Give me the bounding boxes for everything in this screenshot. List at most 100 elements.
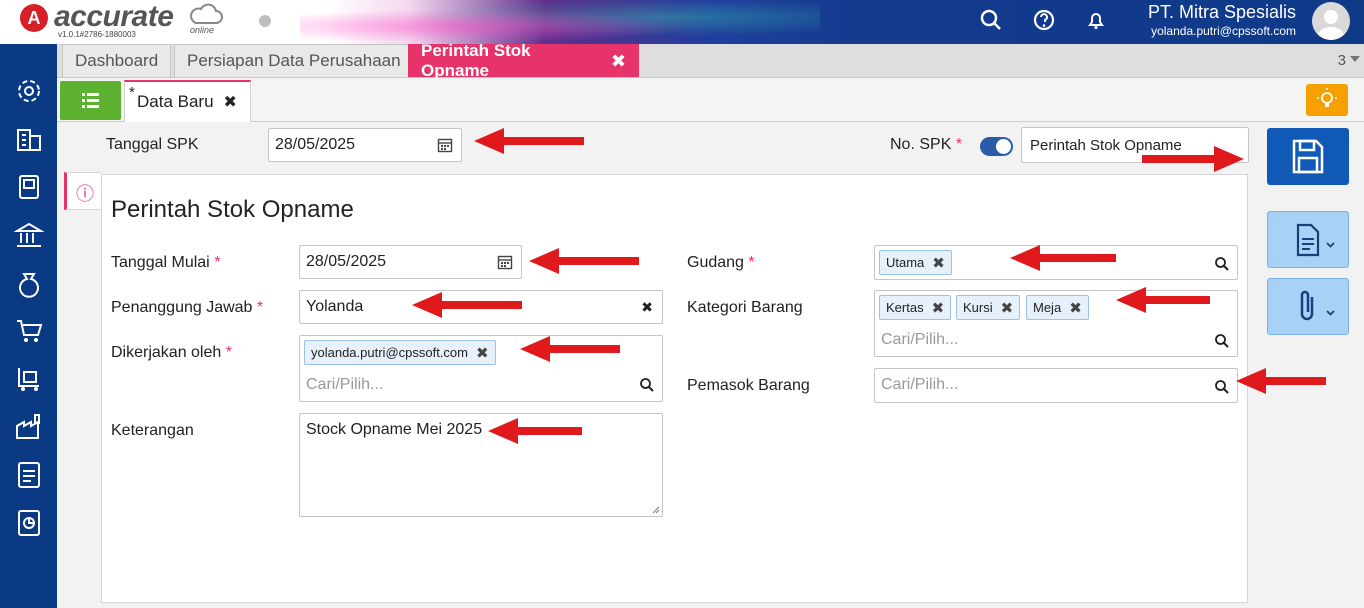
user-email: yolanda.putri@cpssoft.com xyxy=(1151,24,1296,38)
kategori-placeholder: Cari/Pilih... xyxy=(881,331,959,348)
pemasok-barang-field[interactable]: Cari/Pilih... xyxy=(874,368,1238,403)
money-bag-icon[interactable] xyxy=(14,268,44,298)
sub-tab-bar: * Data Baru ✖ xyxy=(57,78,1364,122)
tab-count: 3 xyxy=(1337,52,1346,69)
gudang-chip[interactable]: Utama ✖ xyxy=(879,250,952,275)
tab-data-baru[interactable]: * Data Baru ✖ xyxy=(124,80,251,122)
annotation-arrow-icon xyxy=(488,418,582,444)
remove-chip-icon[interactable]: ✖ xyxy=(1001,299,1014,317)
annotation-arrow-icon xyxy=(1142,146,1244,172)
toggle-knob xyxy=(996,139,1011,154)
list-view-button[interactable] xyxy=(60,81,121,120)
search-icon[interactable] xyxy=(978,7,1004,33)
remove-chip-icon[interactable]: ✖ xyxy=(932,254,945,272)
top-header: A accurate v1.0.1#2786-1880003 online PT… xyxy=(0,0,1364,44)
info-tab[interactable]: ⓘ xyxy=(64,172,101,210)
online-label: online xyxy=(190,25,215,35)
gear-icon[interactable] xyxy=(14,76,44,106)
required-mark: * xyxy=(256,299,264,316)
panel-title: Perintah Stok Opname xyxy=(111,196,354,223)
logo-text: accurate xyxy=(54,0,174,33)
avatar[interactable] xyxy=(1312,2,1350,40)
required-mark: * xyxy=(225,344,232,361)
tanggal-spk-label: Tanggal SPK xyxy=(106,136,199,153)
remove-chip-icon[interactable]: ✖ xyxy=(932,299,945,317)
remove-chip-icon[interactable]: ✖ xyxy=(1069,299,1082,317)
help-icon[interactable] xyxy=(1031,7,1057,33)
chip-label: Kursi xyxy=(963,300,993,315)
close-tab-icon[interactable]: ✖ xyxy=(611,51,626,72)
unsaved-mark: * xyxy=(129,84,135,101)
trolley-icon[interactable] xyxy=(14,364,44,394)
search-icon[interactable] xyxy=(1214,256,1230,272)
document-options-button[interactable] xyxy=(1267,211,1349,268)
no-spk-label-text: No. SPK xyxy=(890,136,952,153)
search-icon[interactable] xyxy=(639,377,655,393)
annotation-arrow-icon xyxy=(1236,368,1326,394)
search-icon[interactable] xyxy=(1214,333,1230,349)
kategori-chip[interactable]: Kertas ✖ xyxy=(879,295,952,320)
bell-icon[interactable] xyxy=(1083,7,1109,33)
kategori-chip[interactable]: Meja ✖ xyxy=(1026,295,1089,320)
kategori-barang-label: Kategori Barang xyxy=(687,299,803,316)
tab-perintah-stok-opname[interactable]: Perintah Stok Opname ✖ xyxy=(408,41,639,80)
annotation-arrow-icon xyxy=(412,292,522,318)
cart-icon[interactable] xyxy=(14,316,44,346)
version-label: v1.0.1#2786-1880003 xyxy=(58,30,136,39)
keterangan-value: Stock Opname Mei 2025 xyxy=(306,421,483,438)
kategori-chip[interactable]: Kursi ✖ xyxy=(956,295,1021,320)
chip-label: Meja xyxy=(1033,300,1062,315)
resize-handle-icon[interactable] xyxy=(652,506,660,514)
dikerjakan-oleh-label: Dikerjakan oleh * xyxy=(111,344,232,362)
remove-chip-icon[interactable]: ✖ xyxy=(476,344,489,362)
save-button[interactable] xyxy=(1267,128,1349,185)
info-icon: ⓘ xyxy=(76,184,94,204)
chip-label: yolanda.putri@cpssoft.com xyxy=(311,345,468,360)
calendar-icon[interactable] xyxy=(437,137,453,153)
book-icon[interactable] xyxy=(14,172,44,202)
bank-icon[interactable] xyxy=(14,220,44,250)
auto-number-toggle[interactable] xyxy=(980,137,1013,156)
calendar-icon[interactable] xyxy=(497,254,513,270)
required-mark: * xyxy=(955,136,963,153)
report-chart-icon[interactable] xyxy=(14,508,44,538)
sidebar xyxy=(0,44,57,608)
annotation-arrow-icon xyxy=(1010,245,1116,271)
required-mark: * xyxy=(748,254,755,271)
no-spk-label: No. SPK * xyxy=(890,136,962,154)
paperclip-icon xyxy=(1300,290,1335,321)
penanggung-jawab-label-text: Penanggung Jawab xyxy=(111,299,253,316)
user-chip[interactable]: yolanda.putri@cpssoft.com ✖ xyxy=(304,340,496,365)
tanggal-mulai-field[interactable]: 28/05/2025 xyxy=(299,245,522,279)
cloud-icon xyxy=(190,3,223,24)
tanggal-spk-value: 28/05/2025 xyxy=(275,136,356,153)
search-icon[interactable] xyxy=(1214,379,1230,395)
document-icon xyxy=(1296,223,1335,257)
tab-dropdown-caret-icon[interactable] xyxy=(1350,56,1360,62)
keterangan-textarea[interactable]: Stock Opname Mei 2025 xyxy=(299,413,663,517)
gudang-label-text: Gudang xyxy=(687,254,744,271)
status-dot xyxy=(259,15,271,27)
keterangan-label: Keterangan xyxy=(111,422,194,439)
tax-icon[interactable] xyxy=(14,460,44,490)
tanggal-mulai-label: Tanggal Mulai * xyxy=(111,254,220,272)
annotation-arrow-icon xyxy=(529,248,639,274)
tips-button[interactable] xyxy=(1306,84,1348,116)
building-icon[interactable] xyxy=(14,124,44,154)
attachment-button[interactable] xyxy=(1267,278,1349,335)
accurate-logo-icon[interactable]: A xyxy=(20,4,48,32)
tab-label: Dashboard xyxy=(75,51,159,70)
tab-persiapan-data[interactable]: Persiapan Data Perusahaan xyxy=(174,44,414,77)
tanggal-spk-field[interactable]: 28/05/2025 xyxy=(268,128,462,162)
penanggung-jawab-value: Yolanda xyxy=(306,298,364,315)
tab-label: Persiapan Data Perusahaan xyxy=(187,51,401,70)
factory-icon[interactable] xyxy=(14,412,44,442)
annotation-arrow-icon xyxy=(1116,287,1210,313)
close-subtab-icon[interactable]: ✖ xyxy=(224,92,237,112)
company-info[interactable]: PT. Mitra Spesialis yolanda.putri@cpssof… xyxy=(1148,2,1296,38)
pemasok-barang-label: Pemasok Barang xyxy=(687,377,810,394)
company-name: PT. Mitra Spesialis xyxy=(1147,2,1296,22)
clear-icon[interactable]: ✖ xyxy=(641,299,653,316)
header-decoration xyxy=(300,0,820,44)
tab-dashboard[interactable]: Dashboard xyxy=(62,44,172,77)
